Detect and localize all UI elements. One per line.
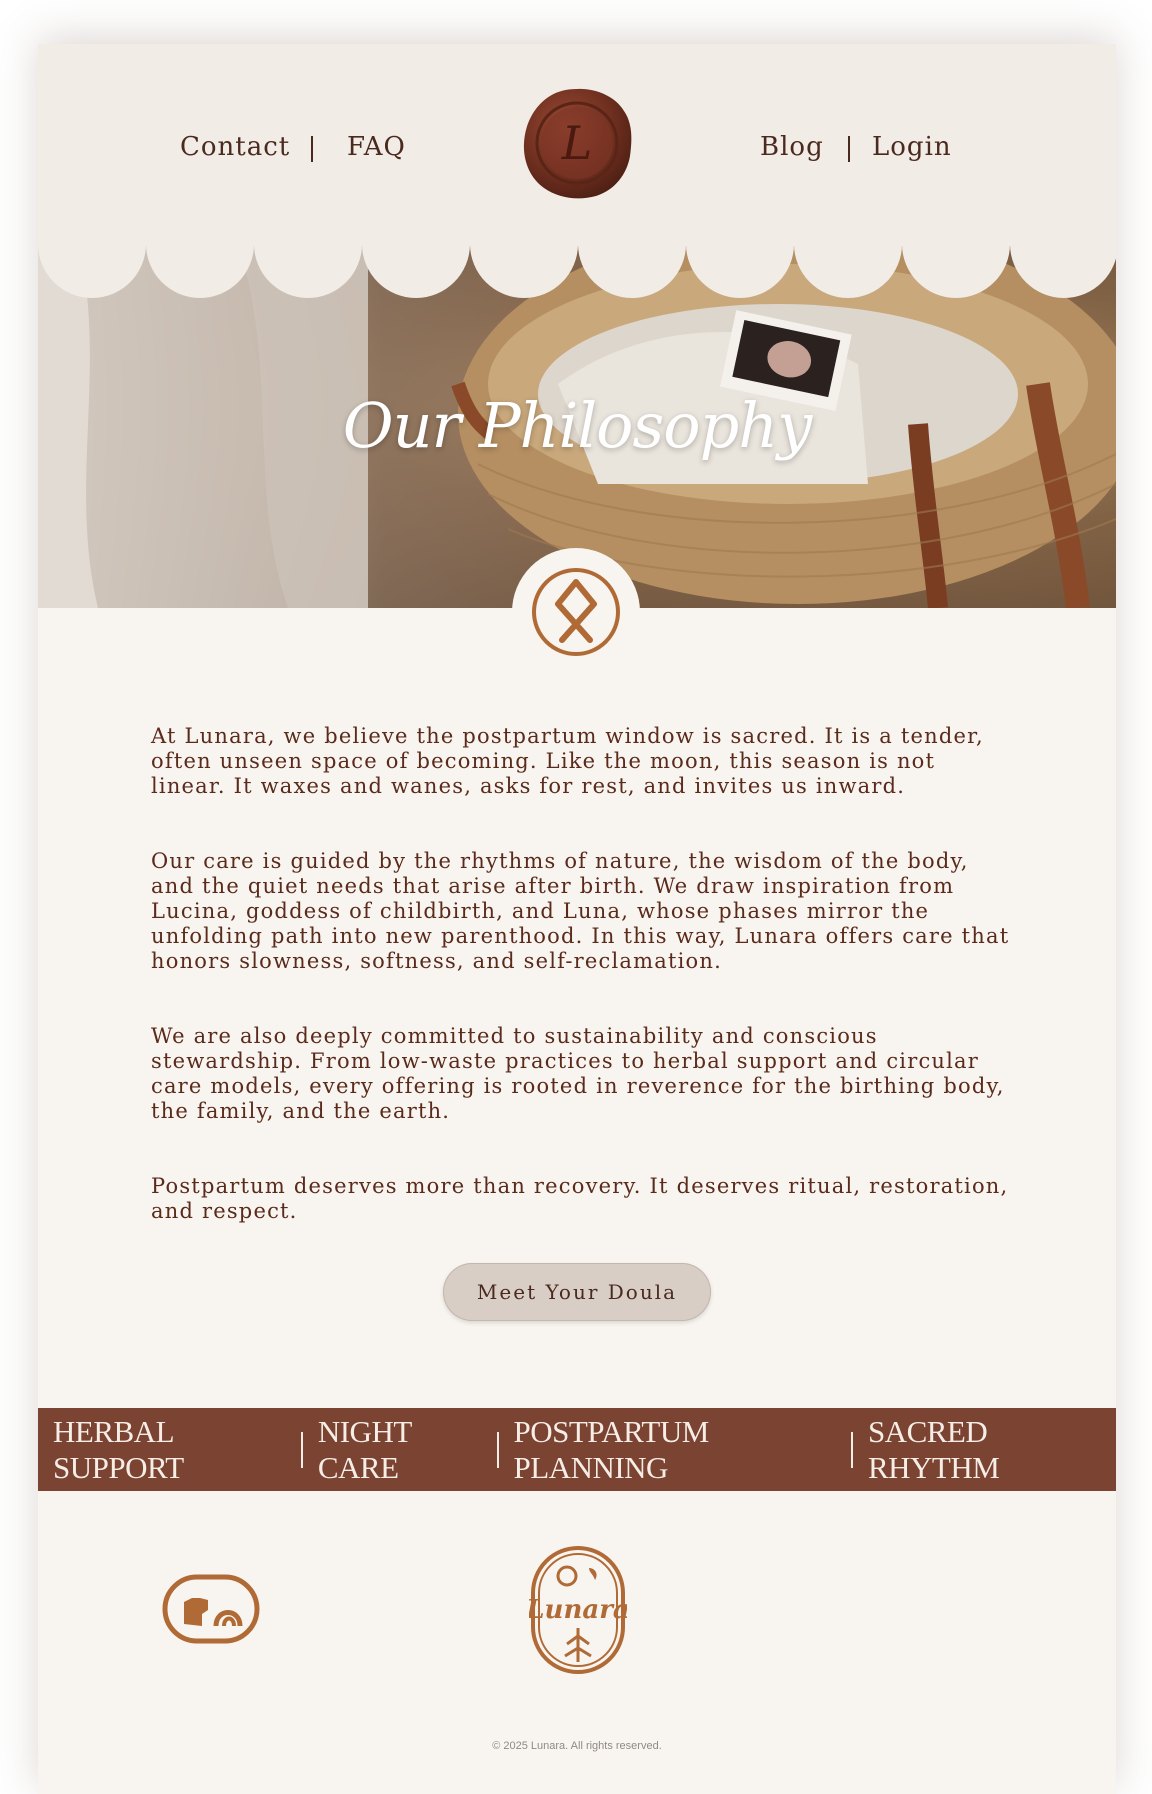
page-frame: Contact FAQ L Blog Login Our Philosophy … [38,44,1116,1794]
service-sacred-rhythm[interactable]: Sacred Rhythm [853,1414,1116,1486]
fist-rainbow-icon [162,1574,260,1644]
emblem-badge [512,548,640,676]
service-night-care[interactable]: Night Care [303,1414,497,1486]
philosophy-text: At Lunara, we believe the postpartum win… [151,724,1011,1274]
othala-rune-icon [532,568,620,656]
nav-login-link[interactable]: Login [872,132,952,162]
copyright-text: © 2025 Lunara. All rights reserved. [492,1740,662,1752]
seal-letter: L [561,116,593,170]
service-postpartum-planning[interactable]: Postpartum Planning [499,1414,852,1486]
paragraph: We are also deeply committed to sustaina… [151,1024,1005,1123]
paragraph: Our care is guided by the rhythms of nat… [151,849,1010,973]
paragraph: Postpartum deserves more than recovery. … [151,1174,1009,1223]
paragraph: At Lunara, we believe the postpartum win… [151,724,984,798]
meet-your-doula-button[interactable]: Meet Your Doula [443,1263,711,1321]
services-band: Herbal Support Night Care Postpartum Pla… [38,1408,1116,1491]
nav-contact-link[interactable]: Contact [180,132,290,162]
hero-title: Our Philosophy [342,389,813,462]
scalloped-header-edge [38,234,1116,298]
nav-divider [848,136,850,162]
badge-logo-text: Lunara [529,1595,627,1625]
nav-blog-link[interactable]: Blog [760,132,824,162]
nav-faq-link[interactable]: FAQ [347,132,406,162]
site-header: Contact FAQ L Blog Login [38,44,1116,244]
service-herbal-support[interactable]: Herbal Support [38,1414,301,1486]
nav-divider [311,136,313,162]
lunara-badge-icon: Lunara [529,1546,627,1674]
wax-seal-icon[interactable]: L [520,86,634,200]
